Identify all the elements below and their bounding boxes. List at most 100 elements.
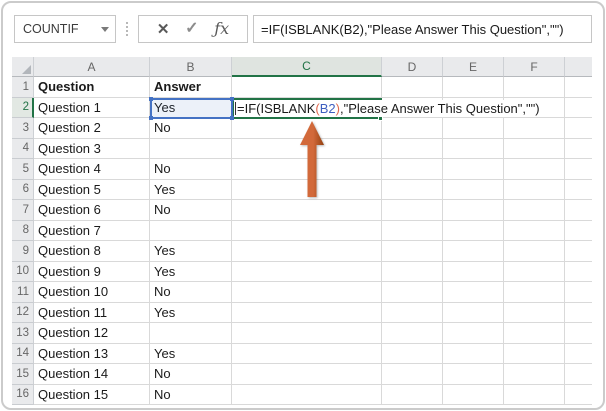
cell-F1[interactable]: [504, 77, 565, 98]
cell-F5[interactable]: [504, 159, 565, 180]
cell-D16[interactable]: [382, 384, 443, 405]
row-header-11[interactable]: 11: [12, 282, 34, 303]
row-header-16[interactable]: 16: [12, 384, 34, 405]
cell-F10[interactable]: [504, 261, 565, 282]
enter-icon[interactable]: ✓: [185, 21, 198, 37]
cell-F14[interactable]: [504, 343, 565, 364]
row-header-12[interactable]: 12: [12, 302, 34, 323]
cell-F11[interactable]: [504, 282, 565, 303]
cell-A6[interactable]: Question 5: [34, 179, 150, 200]
cell-E14[interactable]: [443, 343, 504, 364]
cell-B15[interactable]: No: [150, 364, 232, 385]
cell-D1[interactable]: [382, 77, 443, 98]
row-header-5[interactable]: 5: [12, 159, 34, 180]
row-header-9[interactable]: 9: [12, 241, 34, 262]
cell-B7[interactable]: No: [150, 200, 232, 221]
cell-A5[interactable]: Question 4: [34, 159, 150, 180]
cell-B11[interactable]: No: [150, 282, 232, 303]
cell-E16[interactable]: [443, 384, 504, 405]
cell-A3[interactable]: Question 2: [34, 118, 150, 139]
column-header-A[interactable]: A: [34, 57, 150, 77]
cell-D13[interactable]: [382, 323, 443, 344]
cell-E10[interactable]: [443, 261, 504, 282]
row-header-14[interactable]: 14: [12, 343, 34, 364]
cell-D15[interactable]: [382, 364, 443, 385]
row-header-4[interactable]: 4: [12, 138, 34, 159]
row-header-13[interactable]: 13: [12, 323, 34, 344]
cell-A14[interactable]: Question 13: [34, 343, 150, 364]
cell-A16[interactable]: Question 15: [34, 384, 150, 405]
cell-C14[interactable]: [232, 343, 382, 364]
referenced-cell-highlight-B2[interactable]: [149, 96, 234, 120]
cell-A10[interactable]: Question 9: [34, 261, 150, 282]
column-header-B[interactable]: B: [150, 57, 232, 77]
cell-A2[interactable]: Question 1: [34, 97, 150, 118]
cell-E8[interactable]: [443, 220, 504, 241]
cell-C12[interactable]: [232, 302, 382, 323]
toolbar-separator-dots[interactable]: [116, 15, 138, 43]
cell-F6[interactable]: [504, 179, 565, 200]
name-box[interactable]: COUNTIF: [14, 15, 116, 43]
cell-F3[interactable]: [504, 118, 565, 139]
cell-C16[interactable]: [232, 384, 382, 405]
cell-A12[interactable]: Question 11: [34, 302, 150, 323]
cell-C15[interactable]: [232, 364, 382, 385]
cell-D3[interactable]: [382, 118, 443, 139]
cell-D11[interactable]: [382, 282, 443, 303]
cell-F4[interactable]: [504, 138, 565, 159]
cell-A4[interactable]: Question 3: [34, 138, 150, 159]
cell-E4[interactable]: [443, 138, 504, 159]
row-header-2[interactable]: 2: [12, 97, 34, 118]
cell-B8[interactable]: [150, 220, 232, 241]
cell-F7[interactable]: [504, 200, 565, 221]
cell-D7[interactable]: [382, 200, 443, 221]
cell-E9[interactable]: [443, 241, 504, 262]
cell-D8[interactable]: [382, 220, 443, 241]
row-header-7[interactable]: 7: [12, 200, 34, 221]
cell-F12[interactable]: [504, 302, 565, 323]
cell-C7[interactable]: [232, 200, 382, 221]
cell-C8[interactable]: [232, 220, 382, 241]
row-header-10[interactable]: 10: [12, 261, 34, 282]
cell-F9[interactable]: [504, 241, 565, 262]
cell-B5[interactable]: No: [150, 159, 232, 180]
row-header-15[interactable]: 15: [12, 364, 34, 385]
cell-B12[interactable]: Yes: [150, 302, 232, 323]
cell-A1[interactable]: Question: [34, 77, 150, 98]
select-all-corner[interactable]: [12, 57, 34, 77]
cell-D10[interactable]: [382, 261, 443, 282]
column-header-D[interactable]: D: [382, 57, 443, 77]
cell-F16[interactable]: [504, 384, 565, 405]
in-cell-formula-C2[interactable]: =IF(ISBLANK(B2),"Please Answer This Ques…: [235, 99, 542, 117]
cell-B1[interactable]: Answer: [150, 77, 232, 98]
formula-bar[interactable]: =IF(ISBLANK(B2),"Please Answer This Ques…: [253, 15, 592, 43]
cancel-icon[interactable]: ✕: [157, 22, 170, 37]
cell-D14[interactable]: [382, 343, 443, 364]
cell-B3[interactable]: No: [150, 118, 232, 139]
cell-E5[interactable]: [443, 159, 504, 180]
cell-A15[interactable]: Question 14: [34, 364, 150, 385]
cell-F13[interactable]: [504, 323, 565, 344]
column-header-F[interactable]: F: [504, 57, 565, 77]
cell-D4[interactable]: [382, 138, 443, 159]
cell-A13[interactable]: Question 12: [34, 323, 150, 344]
cell-C10[interactable]: [232, 261, 382, 282]
cell-D12[interactable]: [382, 302, 443, 323]
insert-function-icon[interactable]: ƒx: [214, 21, 229, 37]
cell-B13[interactable]: [150, 323, 232, 344]
row-header-3[interactable]: 3: [12, 118, 34, 139]
cell-E6[interactable]: [443, 179, 504, 200]
cell-F15[interactable]: [504, 364, 565, 385]
column-header-E[interactable]: E: [443, 57, 504, 77]
cell-F8[interactable]: [504, 220, 565, 241]
cell-C1[interactable]: [232, 77, 382, 98]
cell-A8[interactable]: Question 7: [34, 220, 150, 241]
cell-B14[interactable]: Yes: [150, 343, 232, 364]
cell-B9[interactable]: Yes: [150, 241, 232, 262]
row-header-6[interactable]: 6: [12, 179, 34, 200]
row-header-1[interactable]: 1: [12, 77, 34, 98]
column-header-C[interactable]: C: [232, 57, 382, 77]
cell-E11[interactable]: [443, 282, 504, 303]
cell-E1[interactable]: [443, 77, 504, 98]
cell-C9[interactable]: [232, 241, 382, 262]
